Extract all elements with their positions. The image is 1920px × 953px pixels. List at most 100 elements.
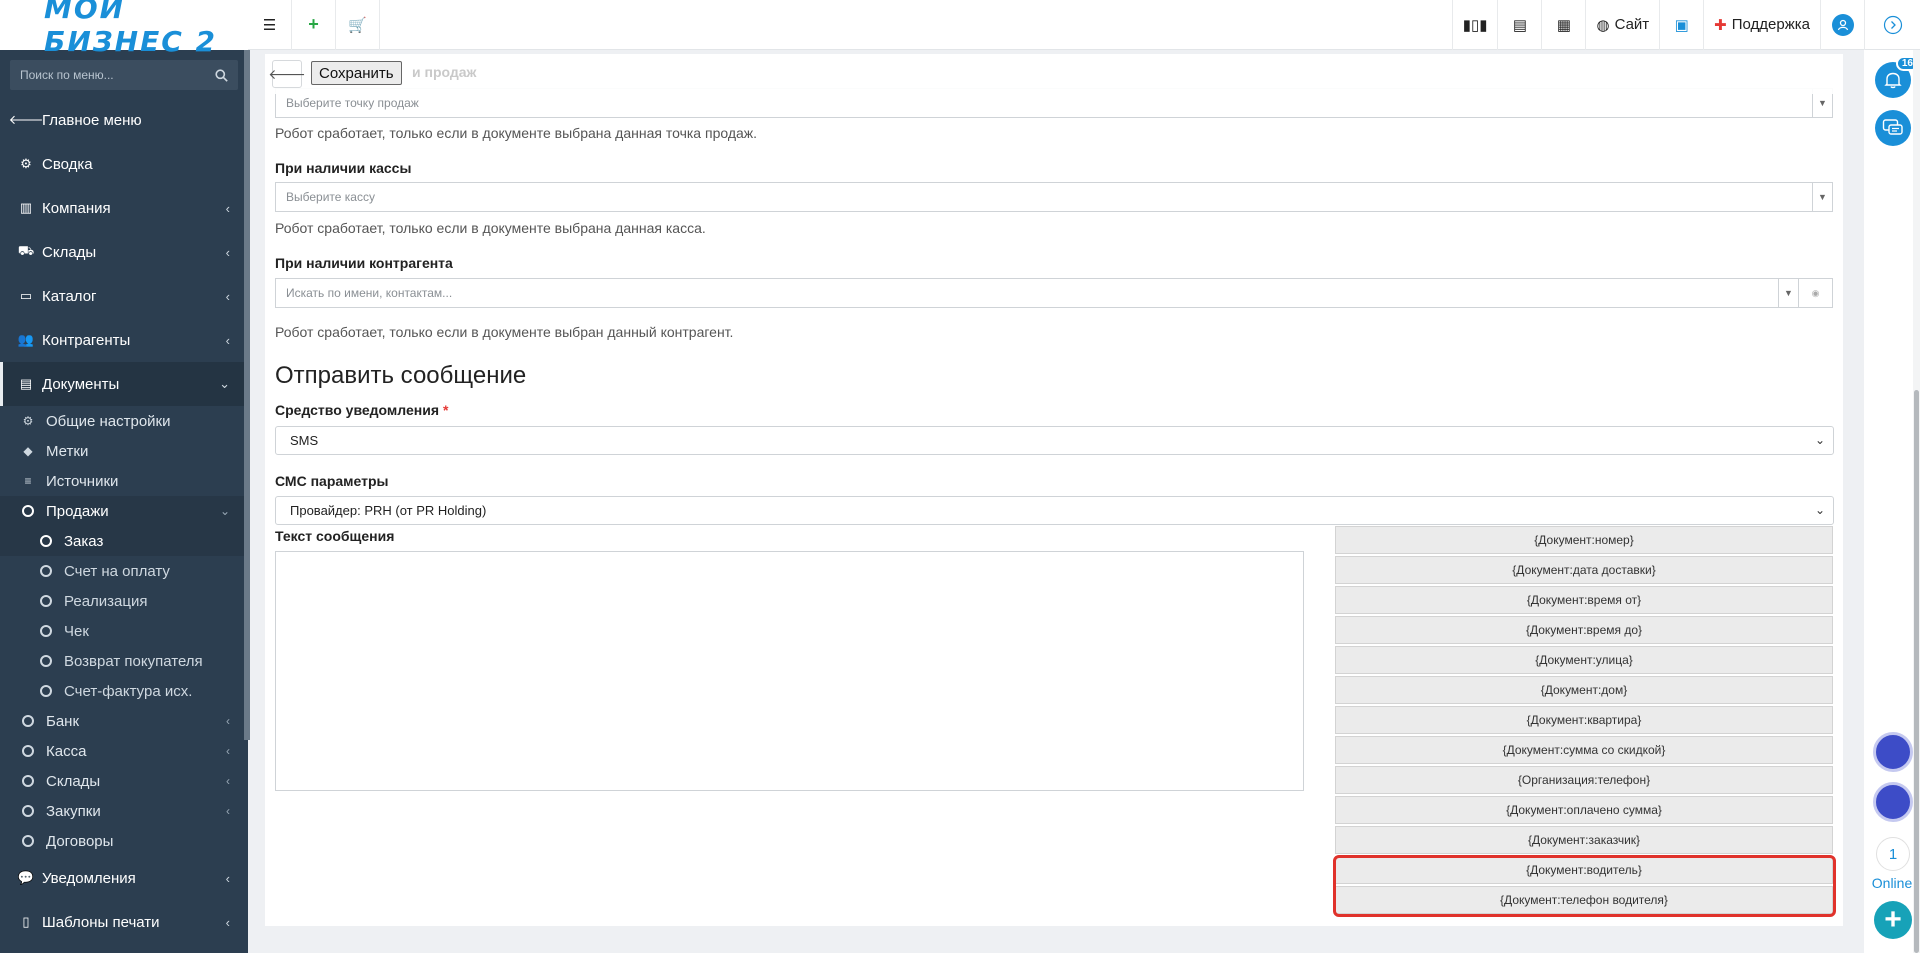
first-aid-icon: ✚ [1714, 16, 1727, 34]
nav-purchases[interactable]: Закупки ‹ [0, 796, 248, 826]
nav-print-templates[interactable]: ▯ Шаблоны печати ‹ [0, 900, 248, 944]
barcode-button[interactable]: ▮▯▮ [1451, 0, 1498, 50]
server-button[interactable]: ▤ [1497, 0, 1541, 50]
nav-invoice[interactable]: Счет на оплату [0, 556, 248, 586]
panel-toggle-button[interactable] [1864, 0, 1920, 50]
mobile-app-button[interactable]: ▣ [1659, 0, 1703, 50]
chevron-left-icon: ‹ [226, 744, 230, 758]
nav-contracts[interactable]: Договоры [0, 826, 248, 856]
variable-button[interactable]: {Организация:телефон} [1335, 766, 1833, 794]
highlight-box [1333, 855, 1836, 917]
nav-customer-return[interactable]: Возврат покупателя [0, 646, 248, 676]
nav-realization[interactable]: Реализация [0, 586, 248, 616]
required-mark: * [443, 402, 449, 418]
chat-button[interactable] [1875, 110, 1911, 146]
notify-label: Средство уведомления * [275, 402, 448, 418]
chevron-left-icon: ‹ [225, 332, 230, 348]
support-button[interactable]: ✚ Поддержка [1703, 0, 1820, 50]
circle-icon [40, 655, 52, 667]
nav-label: Главное меню [42, 111, 142, 129]
variable-button[interactable]: {Документ:оплачено сумма} [1335, 796, 1833, 824]
nav-tags[interactable]: ◆ Метки [0, 436, 248, 466]
nav-doc-warehouses[interactable]: Склады ‹ [0, 766, 248, 796]
message-textarea[interactable] [275, 551, 1304, 791]
cart-button[interactable]: 🛒 [336, 0, 380, 50]
sidebar-scrollbar[interactable] [244, 50, 250, 740]
circle-icon [20, 745, 36, 757]
nav-kassa[interactable]: Касса ‹ [0, 736, 248, 766]
variable-button[interactable]: {Документ:время до} [1335, 616, 1833, 644]
variable-button[interactable]: {Документ:дата доставки} [1335, 556, 1833, 584]
kassa-select[interactable]: Выберите кассу ▼ [275, 182, 1833, 212]
circle-icon [40, 685, 52, 697]
nav-company[interactable]: ▥ Компания ‹ [0, 186, 248, 230]
nav-sales[interactable]: Продажи ⌄ [0, 496, 248, 526]
nav-contractors[interactable]: 👥 Контрагенты ‹ [0, 318, 248, 362]
chat-icon [1882, 119, 1903, 135]
action-bar [265, 54, 1843, 94]
nav-main-menu[interactable]: 🡐 Главное меню [0, 98, 248, 142]
user-menu-button[interactable] [1820, 0, 1864, 50]
notifications-button[interactable]: 16 [1875, 56, 1919, 98]
variable-button[interactable]: {Документ:сумма со скидкой} [1335, 736, 1833, 764]
comments-icon: 💬 [17, 870, 35, 885]
logo[interactable]: МОЙ БИЗНЕС 2 [0, 0, 248, 58]
save-button[interactable]: Сохранить [311, 61, 402, 85]
calendar-button[interactable]: ▦ [1541, 0, 1585, 50]
variable-button[interactable]: {Документ:заказчик} [1335, 826, 1833, 854]
nav-receipt[interactable]: Чек [0, 616, 248, 646]
nav-general-settings[interactable]: ⚙ Общие настройки [0, 406, 248, 436]
nav-warehouses[interactable]: ⛟ Склады ‹ [0, 230, 248, 274]
nav-label: Шаблоны печати [42, 913, 160, 931]
circle-icon [40, 565, 52, 577]
file-icon: ▯ [22, 914, 30, 929]
nav-label: Контрагенты [42, 331, 131, 349]
circle-icon [20, 805, 36, 817]
arrow-left-icon: 🡐 [268, 65, 306, 82]
back-button[interactable]: 🡐 [268, 60, 306, 88]
page-scrollbar-thumb[interactable] [1914, 390, 1919, 953]
quick-add-button[interactable]: + [1874, 901, 1912, 939]
online-count[interactable]: 1 [1876, 837, 1910, 871]
sms-select[interactable]: Провайдер: PRH (от PR Holding) ⌄ [275, 496, 1834, 525]
search-icon[interactable] [215, 68, 228, 82]
eye-icon[interactable]: ◉ [1798, 279, 1832, 307]
site-button[interactable]: ◍ Сайт [1585, 0, 1659, 50]
variable-button[interactable]: {Документ:номер} [1335, 526, 1833, 554]
notify-select[interactable]: SMS ⌄ [275, 426, 1834, 455]
contractor-placeholder: Искать по имени, контактам... [286, 286, 453, 300]
kassa-label: При наличии кассы [275, 160, 412, 176]
add-button[interactable]: + [292, 0, 336, 50]
chevron-left-icon: ‹ [225, 914, 230, 930]
nav-notifications[interactable]: 💬 Уведомления ‹ [0, 856, 248, 900]
nav-documents[interactable]: ▤ Документы ⌄ [0, 362, 248, 406]
menu-toggle-button[interactable]: ☰ [248, 0, 292, 50]
contractor-search[interactable]: Искать по имени, контактам... ▼ ◉ [275, 278, 1833, 308]
assistant-avatar[interactable] [1873, 782, 1913, 822]
assistant-avatar[interactable] [1873, 732, 1913, 772]
nav-label: Продажи [46, 502, 109, 520]
variable-button[interactable]: {Документ:дом} [1335, 676, 1833, 704]
message-label: Текст сообщения [275, 528, 395, 544]
nav-sources[interactable]: ≡ Источники [0, 466, 248, 496]
nav-label: Закупки [46, 802, 101, 820]
nav-label: Договоры [46, 832, 114, 850]
circle-icon [20, 775, 36, 787]
menu-search-input[interactable] [20, 68, 215, 82]
tags-icon: ◆ [23, 444, 33, 458]
caret-down-icon[interactable]: ▼ [1812, 183, 1832, 211]
nav-label: Документы [42, 375, 120, 393]
caret-down-icon[interactable]: ▼ [1778, 279, 1798, 307]
circle-icon [20, 505, 36, 517]
nav-summary[interactable]: ⚙ Сводка [0, 142, 248, 186]
nav-invoice-out[interactable]: Счет-фактура исх. [0, 676, 248, 706]
variable-button[interactable]: {Документ:квартира} [1335, 706, 1833, 734]
variable-button[interactable]: {Документ:улица} [1335, 646, 1833, 674]
nav-order[interactable]: Заказ [0, 526, 248, 556]
nav-bank[interactable]: Банк ‹ [0, 706, 248, 736]
server-icon: ▤ [1512, 16, 1528, 34]
variable-button[interactable]: {Документ:время от} [1335, 586, 1833, 614]
nav-catalog[interactable]: ▭ Каталог ‹ [0, 274, 248, 318]
bell-icon [1884, 72, 1902, 89]
barcode-icon: ▮▯▮ [1462, 16, 1488, 34]
